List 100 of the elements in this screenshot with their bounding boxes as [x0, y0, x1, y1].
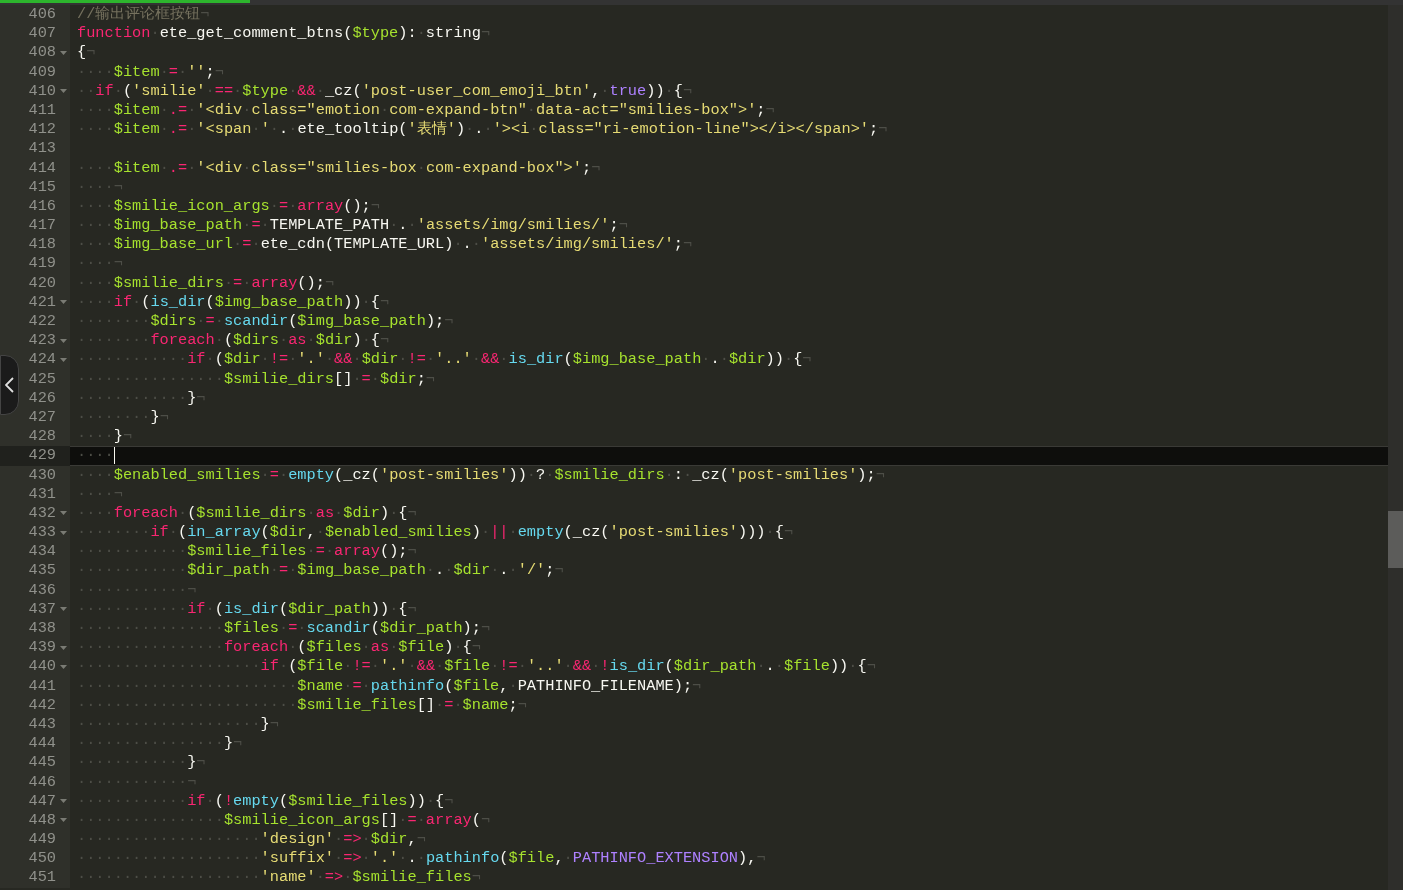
code-line: ················$smilie_icon_args[]·=·array(¬	[77, 810, 491, 831]
line-number: 423	[27, 331, 56, 351]
line-number: 412	[27, 120, 56, 140]
code-line: ····}¬	[77, 427, 133, 447]
fold-arrow-icon[interactable]	[59, 300, 67, 305]
code-line: ············if·(!empty($smilie_files))·{¬	[77, 791, 454, 811]
line-number: 417	[27, 216, 56, 236]
line-number: 410	[27, 81, 56, 101]
code-line: ····¬	[77, 254, 123, 274]
code-line: ····················if·($file·!=·'.'·&&·$file·!=·'..'·&&·!is_dir($dir_path·.·$file))·{¬	[77, 657, 876, 677]
code-line: ················foreach·($files·as·$file)·{¬	[77, 638, 481, 658]
line-number: 436	[27, 580, 56, 600]
text-cursor	[113, 447, 115, 465]
code-line: ····$item·.=·'<div·class="smilies-box·com-expand-box">';¬	[77, 158, 601, 178]
line-number: 433	[27, 523, 56, 543]
code-line: ····¬	[77, 484, 123, 504]
line-number: 445	[27, 753, 56, 773]
line-number: 407	[27, 24, 56, 44]
line-number: 430	[27, 465, 56, 485]
fold-arrow-icon[interactable]	[59, 664, 67, 669]
line-number: 424	[27, 350, 56, 370]
code-line: ··if·('smilie'·==·$type·&&·_cz('post-user_com_emoji_btn',·true))·{¬	[77, 81, 693, 101]
code-line: ················$files·=·scandir($dir_path);¬	[77, 619, 491, 639]
code-line: ············}¬	[77, 388, 206, 408]
line-number: 447	[27, 791, 56, 811]
line-number: 406	[27, 5, 56, 25]
line-number: 450	[27, 849, 56, 869]
line-number: 409	[27, 62, 56, 82]
line-number: 427	[27, 407, 56, 428]
fold-arrow-icon[interactable]	[59, 799, 67, 804]
code-line: ············}¬	[77, 753, 206, 773]
code-line: ········}¬	[77, 407, 169, 428]
line-number: 418	[27, 235, 56, 255]
line-number: 425	[27, 369, 56, 389]
line-number: 451	[27, 868, 56, 888]
line-number: 419	[27, 254, 56, 274]
fold-arrow-icon[interactable]	[59, 511, 67, 516]
line-number: 439	[27, 638, 56, 658]
code-line: ········foreach·($dirs·as·$dir)·{¬	[77, 331, 390, 351]
line-number: 416	[27, 196, 56, 217]
line-number: 434	[27, 542, 56, 562]
code-line: ····$smilie_dirs·=·array();¬	[77, 273, 335, 293]
code-line: ············$dir_path·=·$img_base_path·.·$dir·.·'/';¬	[77, 561, 564, 581]
code-line: ························$name·=·pathinfo($file,·PATHINFO_FILENAME);¬	[77, 676, 702, 696]
line-number: 432	[27, 503, 56, 524]
line-number: 435	[27, 561, 56, 581]
line-number: 438	[27, 619, 56, 639]
line-number: 437	[27, 599, 56, 619]
chevron-left-icon	[5, 377, 14, 393]
code-line: ····················}¬	[77, 714, 279, 735]
fold-arrow-icon[interactable]	[59, 89, 67, 94]
code-line: ························$smilie_files[]·=·$name;¬	[77, 695, 527, 715]
code-line: ····foreach·($smilie_dirs·as·$dir)·{¬	[77, 503, 417, 524]
code-line: ············¬	[77, 772, 197, 792]
fold-arrow-icon[interactable]	[59, 645, 67, 650]
line-number: 422	[27, 312, 56, 332]
scrollbar-thumb[interactable]	[1388, 511, 1403, 568]
line-number: 429	[27, 446, 56, 466]
code-line: ····¬	[77, 177, 123, 197]
fold-arrow-icon[interactable]	[59, 607, 67, 612]
line-number: 449	[27, 830, 56, 850]
code-line: ············if·(is_dir($dir_path))·{¬	[77, 599, 417, 619]
fold-arrow-icon[interactable]	[59, 530, 67, 535]
code-line: ············$smilie_files·=·array();¬	[77, 542, 417, 562]
code-line: ····················'name'·=>·$smilie_files¬	[77, 868, 481, 888]
collapse-handle[interactable]	[0, 355, 19, 415]
line-number: 431	[27, 484, 56, 504]
line-number: 411	[27, 100, 56, 121]
code-line: ············if·($dir·!=·'.'·&&·$dir·!=·'..'·&&·is_dir($img_base_path·.·$dir))·{¬	[77, 350, 812, 370]
code-line: ········if·(in_array($dir,·$enabled_smilies)·||·empty(_cz('post-smilies')))·{¬	[77, 523, 794, 543]
line-number: 443	[27, 714, 56, 735]
code-line: ············¬	[77, 580, 197, 600]
code-line: ····················'design'·=>·$dir,¬	[77, 830, 426, 850]
line-number: 426	[27, 388, 56, 408]
line-number: 408	[27, 43, 56, 63]
line-number: 428	[27, 427, 56, 447]
code-line: ····················'suffix'·=>·'.'·.·pathinfo($file,·PATHINFO_EXTENSION),¬	[77, 849, 766, 869]
line-number: 413	[27, 139, 56, 159]
code-line: function·ete_get_comment_btns($type):·string¬	[77, 24, 491, 44]
code-line: ····$item·.=·'<span·'·.·ete_tooltip('表情')·.·'><i·class="ri-emotion-line"></i></span>';¬	[77, 120, 888, 140]
line-number: 440	[27, 657, 56, 677]
code-line: ····$item·.=·'<div·class="emotion·com-expand-btn"·data-act="smilies-box">';¬	[77, 100, 775, 120]
line-number: 442	[27, 695, 56, 715]
code-line: ····if·(is_dir($img_base_path))·{¬	[77, 292, 390, 312]
fold-arrow-icon[interactable]	[59, 338, 67, 343]
code-line: {¬	[77, 43, 96, 63]
line-number: 414	[27, 158, 56, 178]
fold-arrow-icon[interactable]	[59, 818, 67, 823]
line-number: 441	[27, 676, 56, 696]
line-number: 415	[27, 177, 56, 197]
fold-arrow-icon[interactable]	[59, 50, 67, 55]
line-number: 446	[27, 772, 56, 792]
code-line: ················}¬	[77, 734, 243, 754]
line-number: 420	[27, 273, 56, 293]
fold-arrow-icon[interactable]	[59, 357, 67, 362]
code-line: ····$img_base_path·=·TEMPLATE_PATH·.·'assets/img/smilies/';¬	[77, 216, 628, 236]
code-line: ················$smilie_dirs[]·=·$dir;¬	[77, 369, 436, 389]
code-line: ····$img_base_url·=·ete_cdn(TEMPLATE_URL)·.·'assets/img/smilies/';¬	[77, 235, 693, 255]
line-number: 448	[27, 810, 56, 831]
line-number: 421	[27, 292, 56, 312]
